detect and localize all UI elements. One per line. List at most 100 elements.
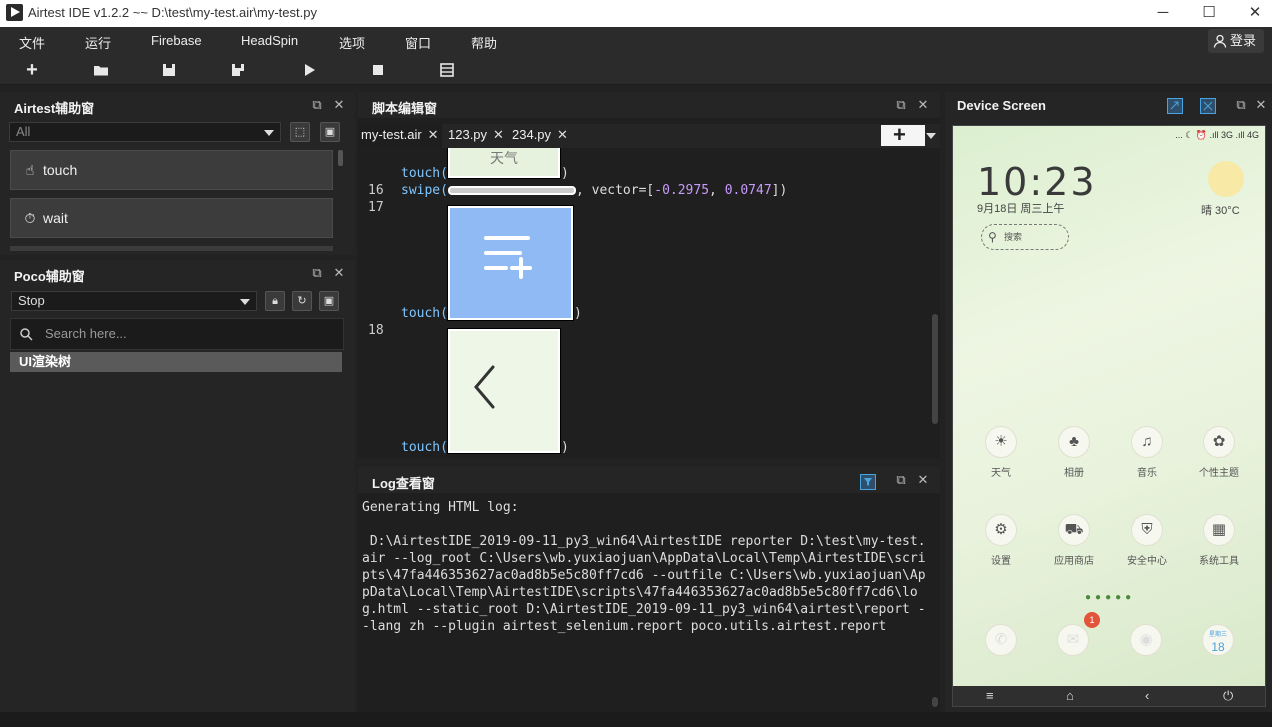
phone-search-widget[interactable]: ⚲ 搜索 <box>981 224 1069 250</box>
back-icon[interactable]: ‹ <box>1145 688 1149 703</box>
record-icon[interactable]: ▣ <box>319 291 339 311</box>
sun-weather-icon <box>1208 161 1244 197</box>
stop-icon[interactable] <box>367 59 389 81</box>
new-file-icon[interactable]: + <box>21 59 43 81</box>
add-list-icon <box>484 236 532 279</box>
phone-call-icon[interactable]: ✆ <box>985 624 1017 656</box>
menu-icon[interactable]: ≡ <box>986 688 994 703</box>
record-icon[interactable]: ▣ <box>320 122 340 142</box>
panel-scrollbar[interactable] <box>338 150 343 166</box>
ui-tree-root[interactable]: UI渲染树 <box>10 352 342 372</box>
api-filter-select[interactable]: All <box>9 122 281 142</box>
refresh-icon[interactable]: ↻ <box>292 291 312 311</box>
tab-label: my-test.air <box>361 127 422 142</box>
panel-header: Poco辅助窗 ⧉ ✕ <box>0 260 355 286</box>
touch-api-button[interactable]: ☝ touch <box>10 150 333 190</box>
open-folder-icon[interactable] <box>90 59 112 81</box>
float-panel-icon[interactable]: ⧉ <box>310 265 324 281</box>
panel-title: Poco辅助窗 <box>14 269 85 284</box>
code-area[interactable]: 天气 touch( ) 16 swipe(, vector=[-0.2975, … <box>358 148 932 458</box>
line-number: 17 <box>368 200 384 215</box>
editor-tabs: my-test.air ✕ 123.py ✕ 234.py ✕ <box>358 124 940 148</box>
app-store[interactable]: ⛟ 应用商店 <box>1044 514 1104 567</box>
poco-mode-select[interactable]: Stop <box>11 291 257 311</box>
airtest-assistant-panel: Airtest辅助窗 ⧉ ✕ All ⬚ ▣ ☝ touch ⏱ wait <box>0 92 355 255</box>
tab-123[interactable]: 123.py ✕ <box>445 124 505 148</box>
app-gallery[interactable]: ♣ 相册 <box>1044 426 1104 479</box>
power-icon[interactable]: ⏻ <box>1223 688 1233 704</box>
minimize-button[interactable]: ─ <box>1140 0 1186 27</box>
run-icon[interactable] <box>298 59 320 81</box>
save-icon[interactable] <box>158 59 180 81</box>
login-button[interactable]: 登录 <box>1208 29 1264 53</box>
tab-234[interactable]: 234.py ✕ <box>509 124 569 148</box>
app-label: 天气 <box>991 468 1011 479</box>
menu-options[interactable]: 选项 <box>339 33 365 52</box>
close-window-button[interactable]: ✕ <box>1232 0 1272 27</box>
menu-firebase[interactable]: Firebase <box>151 33 202 48</box>
float-panel-icon[interactable]: ⧉ <box>894 97 908 113</box>
code-screenshot-weather[interactable]: 天气 <box>447 148 561 179</box>
code-screenshot-swipe[interactable] <box>447 186 576 195</box>
app-music[interactable]: ♫ 音乐 <box>1117 426 1177 479</box>
save-as-icon[interactable] <box>227 59 249 81</box>
gear-icon: ⚙ <box>985 514 1017 546</box>
tools-icon[interactable] <box>1200 98 1216 114</box>
log-icon[interactable] <box>436 59 458 81</box>
screen-window-icon[interactable] <box>1167 98 1183 114</box>
flower-icon: ✿ <box>1203 426 1235 458</box>
filter-icon[interactable] <box>860 474 876 490</box>
app-settings[interactable]: ⚙ 设置 <box>971 514 1031 567</box>
close-panel-icon[interactable]: ✕ <box>332 97 346 113</box>
menu-help[interactable]: 帮助 <box>471 33 497 52</box>
log-scrollbar[interactable] <box>932 697 938 707</box>
calendar-icon[interactable]: 星期三 18 <box>1202 624 1234 656</box>
menu-file[interactable]: 文件 <box>19 33 45 52</box>
menu-window[interactable]: 窗口 <box>405 33 431 52</box>
app-system-tools[interactable]: ▦ 系统工具 <box>1189 514 1249 567</box>
line-number: 18 <box>368 323 384 338</box>
lock-icon[interactable]: 🔒︎ <box>265 291 285 311</box>
close-panel-icon[interactable]: ✕ <box>916 472 930 488</box>
app-security[interactable]: ⛨ 安全中心 <box>1117 514 1177 567</box>
calendar-day: 18 <box>1211 640 1225 654</box>
float-panel-icon[interactable]: ⧉ <box>894 472 908 488</box>
menu-headspin[interactable]: HeadSpin <box>241 33 298 48</box>
search-input[interactable]: Search here... <box>10 318 344 350</box>
add-tab-button[interactable]: + <box>881 124 925 146</box>
float-panel-icon[interactable]: ⧉ <box>1234 97 1248 113</box>
app-label: 个性主题 <box>1199 468 1239 479</box>
home-icon[interactable]: ⌂ <box>1066 688 1074 703</box>
code-screenshot-back[interactable] <box>447 328 561 454</box>
tab-my-test[interactable]: my-test.air ✕ <box>358 124 442 148</box>
messages-icon[interactable]: ✉ <box>1057 624 1089 656</box>
panel-title: Airtest辅助窗 <box>14 101 95 116</box>
close-tab-icon[interactable]: ✕ <box>493 127 504 142</box>
close-panel-icon[interactable]: ✕ <box>1254 97 1268 113</box>
device-screen[interactable]: ... ☾ ⏰ .ıll 3G .ıll 4G 10:23 9月18日 周三上午… <box>952 125 1266 707</box>
app-weather[interactable]: ☀ 天气 <box>971 426 1031 479</box>
device-screen-panel: Device Screen ⧉ ✕ ... ☾ ⏰ .ıll 3G .ıll 4… <box>945 92 1272 712</box>
chevron-down-icon[interactable] <box>926 133 936 139</box>
close-panel-icon[interactable]: ✕ <box>916 97 930 113</box>
status-bar <box>0 712 1272 727</box>
menu-run[interactable]: 运行 <box>85 33 111 52</box>
app-label: 相册 <box>1064 468 1084 479</box>
app-themes[interactable]: ✿ 个性主题 <box>1189 426 1249 479</box>
close-panel-icon[interactable]: ✕ <box>332 265 346 281</box>
close-tab-icon[interactable]: ✕ <box>428 127 439 142</box>
notification-badge: 1 <box>1084 612 1100 628</box>
chevron-down-icon <box>240 299 250 305</box>
code-fn-touch: touch( <box>401 306 448 321</box>
log-output: Generating HTML log: D:\AirtestIDE_2019-… <box>362 500 926 634</box>
code-screenshot-add-list[interactable] <box>447 205 574 321</box>
clock-icon: ⏱ <box>24 210 36 226</box>
screenshot-caption: 天气 <box>490 150 518 166</box>
screenshot-select-icon[interactable]: ⬚ <box>290 122 310 142</box>
close-tab-icon[interactable]: ✕ <box>557 127 568 142</box>
editor-scrollbar[interactable] <box>932 314 938 424</box>
float-panel-icon[interactable]: ⧉ <box>310 97 324 113</box>
camera-icon[interactable]: ◉ <box>1130 624 1162 656</box>
wait-api-button[interactable]: ⏱ wait <box>10 198 333 238</box>
maximize-button[interactable]: ☐ <box>1186 0 1232 27</box>
